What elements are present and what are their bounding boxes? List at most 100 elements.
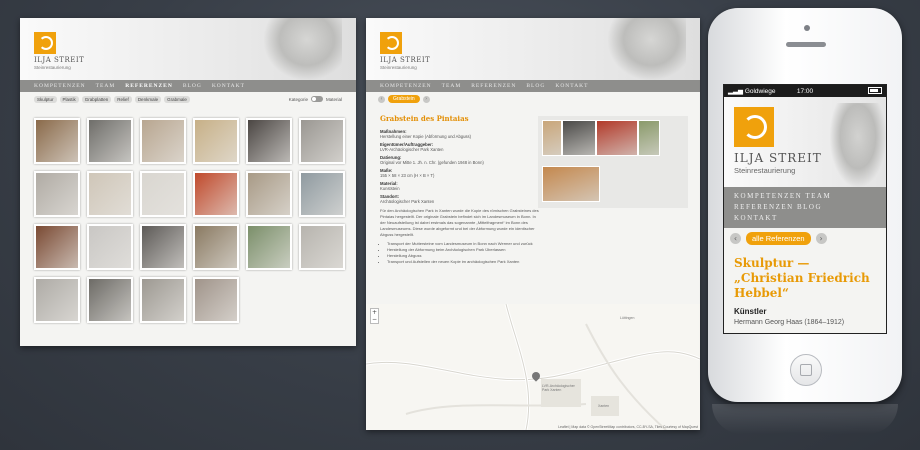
reference-thumbnail[interactable] (87, 118, 133, 164)
reference-thumbnail[interactable] (140, 118, 186, 164)
main-nav: KOMPETENZEN TEAM REFERENZEN BLOG KONTAKT (20, 80, 356, 92)
filter-chip-denkmale[interactable]: Denkmale (134, 95, 162, 103)
reference-thumbnail[interactable] (87, 277, 133, 323)
gallery-image[interactable] (542, 166, 600, 202)
measures-list: Transport der Muttersteine vom Landesmus… (380, 241, 540, 265)
logo-name: ILJA STREIT (34, 56, 85, 64)
field-value: Archäologischer Park Xanten (380, 199, 435, 204)
all-references-pill[interactable]: alle Referenzen (746, 231, 811, 245)
reference-title: Skulptur — „Christian Friedrich Hebbel“ (734, 256, 870, 300)
bust-image (608, 18, 686, 80)
filter-chip-grabplatten[interactable]: Grabplatten (81, 95, 112, 103)
nav-item-referenzen[interactable]: REFERENZEN (471, 83, 516, 89)
reference-thumbnail[interactable] (34, 277, 80, 323)
mobile-nav: KOMPETENZEN TEAM REFERENZEN BLOG KONTAKT (724, 187, 886, 228)
nav-item-referenzen[interactable]: REFERENZEN (125, 83, 173, 89)
filter-chip-plastik[interactable]: Plastik (59, 95, 79, 103)
carrier-label: ▂▃▅ Goldwiege (728, 88, 776, 95)
logo-subtitle: Steinrestaurierung (380, 65, 417, 70)
site-header: ILJA STREIT Steinrestaurierung (20, 18, 356, 80)
gallery-image[interactable] (596, 120, 638, 156)
reference-description: Für den Archäologischen Park in Xanten w… (380, 208, 539, 237)
logo-subtitle: Steinrestaurierung (34, 65, 71, 70)
category-pill[interactable]: Grabstein (388, 95, 420, 103)
speaker-grille (786, 42, 826, 47)
mobile-back-bar: ‹ alle Referenzen › (724, 228, 886, 248)
nav-item-kontakt[interactable]: KONTAKT (555, 83, 588, 89)
bust-image (830, 103, 886, 187)
filter-chip-grabmale[interactable]: Grabmale (164, 95, 190, 103)
gallery-image[interactable] (638, 120, 660, 156)
reference-thumbnail[interactable] (193, 118, 239, 164)
field-value: Kunststein (380, 186, 400, 191)
reference-thumbnail[interactable] (140, 224, 186, 270)
back-arrow-icon[interactable]: ‹ (378, 95, 385, 103)
logo-name: ILJA STREIT (734, 151, 822, 165)
toggle-label-material: Material (325, 96, 342, 102)
status-time: 17:00 (796, 87, 814, 95)
reference-thumbnail[interactable] (246, 118, 292, 164)
main-nav: KOMPETENZEN TEAM REFERENZEN BLOG KONTAKT (366, 80, 700, 92)
map-zoom-control: + − (370, 308, 379, 324)
reference-thumbnail[interactable] (193, 224, 239, 270)
logo-icon[interactable] (34, 32, 56, 54)
reference-fields: Maßnahmen: Herstellung einer Kopie (Abfo… (380, 126, 540, 265)
forward-arrow-icon[interactable]: › (422, 95, 430, 103)
reference-thumbnail[interactable] (299, 224, 345, 270)
logo-icon[interactable] (380, 32, 402, 54)
reference-thumbnail[interactable] (140, 171, 186, 217)
nav-item-blog[interactable]: BLOG (183, 83, 202, 89)
field-value: Hermann Georg Haas (1864–1912) (734, 319, 845, 326)
reference-detail-page: ILJA STREIT Steinrestaurierung KOMPETENZ… (366, 18, 700, 430)
zoom-in-button[interactable]: + (371, 309, 378, 316)
reference-thumbnail[interactable] (34, 224, 80, 270)
filter-bar: Skulptur Plastik Grabplatten Relief Denk… (20, 92, 356, 106)
zoom-out-button[interactable]: − (371, 316, 378, 323)
reference-thumbnail[interactable] (34, 171, 80, 217)
back-bar: ‹ Grabstein › (366, 92, 700, 106)
map-label: Xanten (598, 404, 610, 408)
location-map[interactable]: + − LVR-Archäologischer Park Xanten Xant… (366, 303, 700, 430)
field-value: Original vor Mitte 1. Jh. n. Chr. (gefun… (380, 160, 484, 165)
reference-thumbnail[interactable] (246, 224, 292, 270)
reference-thumbnail[interactable] (299, 118, 345, 164)
reference-thumbnail[interactable] (87, 171, 133, 217)
image-gallery (538, 116, 688, 208)
reference-title: Grabstein des Pintaias (380, 114, 469, 123)
reference-thumbnail[interactable] (34, 118, 80, 164)
site-header: ILJA STREIT Steinrestaurierung (366, 18, 700, 80)
map-attribution[interactable]: Leaflet | Map data © OpenStreetMap contr… (558, 425, 698, 429)
gallery-image[interactable] (562, 120, 596, 156)
nav-item-kompetenzen[interactable]: KOMPETENZEN (380, 83, 432, 89)
nav-row[interactable]: KOMPETENZEN TEAM (734, 191, 876, 202)
nav-item-kompetenzen[interactable]: KOMPETENZEN (34, 83, 86, 89)
forward-arrow-icon[interactable]: › (815, 232, 827, 244)
reference-thumbnail[interactable] (193, 277, 239, 323)
nav-row[interactable]: REFERENZEN BLOG (734, 202, 876, 213)
logo-icon[interactable] (734, 107, 774, 147)
map-label: Lüttingen (620, 316, 635, 320)
home-button[interactable] (790, 354, 822, 386)
nav-item-team[interactable]: TEAM (442, 83, 462, 89)
iphone-frame: ▂▃▅ Goldwiege 17:00 ILJA STREIT Steinres… (708, 8, 902, 402)
field-label: Künstler (734, 307, 767, 316)
bust-image (264, 18, 342, 80)
reference-thumbnail[interactable] (246, 171, 292, 217)
nav-row[interactable]: KONTAKT (734, 213, 876, 224)
nav-item-kontakt[interactable]: KONTAKT (212, 83, 245, 89)
nav-item-blog[interactable]: BLOG (526, 83, 545, 89)
toggle-switch[interactable] (310, 96, 323, 102)
reference-thumbnail[interactable] (140, 277, 186, 323)
toggle-label-kategorie: Kategorie (288, 96, 308, 102)
gallery-image[interactable] (542, 120, 562, 156)
reference-thumbnail[interactable] (299, 171, 345, 217)
filter-chip-skulptur[interactable]: Skulptur (34, 95, 57, 103)
references-grid-page: ILJA STREIT Steinrestaurierung KOMPETENZ… (20, 18, 356, 346)
filter-chip-relief[interactable]: Relief (114, 95, 132, 103)
status-bar: ▂▃▅ Goldwiege 17:00 (724, 85, 886, 97)
back-arrow-icon[interactable]: ‹ (730, 232, 741, 244)
reference-thumbnail[interactable] (87, 224, 133, 270)
reference-thumbnail[interactable] (193, 171, 239, 217)
category-material-toggle[interactable]: Kategorie Material (289, 96, 342, 102)
nav-item-team[interactable]: TEAM (96, 83, 116, 89)
